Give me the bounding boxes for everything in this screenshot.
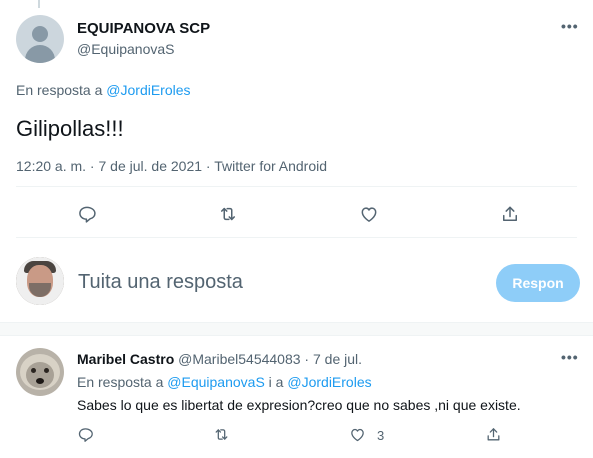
like-button[interactable] bbox=[359, 204, 381, 226]
replying-to: En resposta a @EquipanovaS i a @JordiEro… bbox=[77, 374, 372, 390]
reply-icon bbox=[79, 206, 96, 223]
reply-icon bbox=[78, 428, 93, 442]
focused-tweet: EQUIPANOVA SCP @EquipanovaS ••• En respo… bbox=[0, 0, 593, 238]
mention-link[interactable]: @JordiEroles bbox=[106, 82, 190, 98]
heart-icon bbox=[361, 207, 377, 222]
replying-to-prefix: En resposta a bbox=[16, 82, 107, 98]
divider bbox=[16, 186, 577, 187]
section-separator bbox=[0, 322, 593, 336]
reply-button[interactable] bbox=[77, 204, 99, 226]
reply-submit-button[interactable]: Respon bbox=[496, 264, 580, 302]
reply-button[interactable] bbox=[77, 426, 99, 448]
default-avatar-body bbox=[25, 45, 55, 63]
replying-to: En resposta a @JordiEroles bbox=[16, 82, 191, 98]
more-options-icon[interactable]: ••• bbox=[561, 349, 579, 365]
mention-link[interactable]: @EquipanovaS bbox=[167, 374, 265, 390]
retweet-icon bbox=[215, 429, 228, 440]
avatar-dog-nose bbox=[36, 378, 44, 384]
share-icon bbox=[503, 206, 517, 221]
author-name[interactable]: EQUIPANOVA SCP bbox=[77, 20, 210, 37]
retweet-button[interactable] bbox=[218, 204, 240, 226]
current-user-avatar[interactable] bbox=[16, 257, 64, 305]
like-button[interactable] bbox=[349, 426, 371, 448]
share-icon bbox=[487, 428, 500, 441]
tweet-text: Gilipollas!!! bbox=[16, 116, 124, 141]
more-options-icon[interactable]: ••• bbox=[561, 18, 579, 34]
share-button[interactable] bbox=[500, 204, 522, 226]
avatar-dog-eye bbox=[44, 368, 49, 373]
replying-to-prefix: En resposta a bbox=[77, 374, 168, 390]
avatar-dog-eye bbox=[31, 368, 36, 373]
author-name[interactable]: Maribel Castro bbox=[77, 351, 174, 367]
dot-separator: · bbox=[300, 351, 313, 367]
replying-to-joiner: i a bbox=[264, 374, 288, 390]
share-button[interactable] bbox=[485, 426, 507, 448]
retweet-button[interactable] bbox=[213, 426, 235, 448]
reply-tweet-header: Maribel Castro @Maribel54544083 · 7 de j… bbox=[77, 351, 362, 367]
default-avatar-head bbox=[32, 26, 48, 42]
author-handle[interactable]: @EquipanovaS bbox=[77, 41, 175, 57]
tweet-text: Sabes lo que es libertat de expresion?cr… bbox=[77, 397, 521, 413]
reply-tweet[interactable]: Maribel Castro @Maribel54544083 · 7 de j… bbox=[0, 336, 593, 458]
tweet-timestamp[interactable]: 12:20 a. m. · 7 de jul. de 2021 · Twitte… bbox=[16, 158, 327, 174]
avatar[interactable] bbox=[16, 15, 64, 63]
avatar[interactable] bbox=[16, 348, 64, 396]
author-handle[interactable]: @Maribel54544083 bbox=[178, 351, 300, 367]
reply-composer: Tuita una resposta Respon bbox=[0, 238, 593, 322]
heart-icon bbox=[351, 428, 364, 442]
avatar-dog-face bbox=[26, 362, 54, 388]
retweet-icon bbox=[221, 207, 235, 221]
like-count: 3 bbox=[377, 428, 385, 443]
mention-link[interactable]: @JordiEroles bbox=[287, 374, 371, 390]
reply-input[interactable]: Tuita una resposta bbox=[78, 271, 243, 294]
tweet-date[interactable]: 7 de jul. bbox=[313, 351, 362, 367]
